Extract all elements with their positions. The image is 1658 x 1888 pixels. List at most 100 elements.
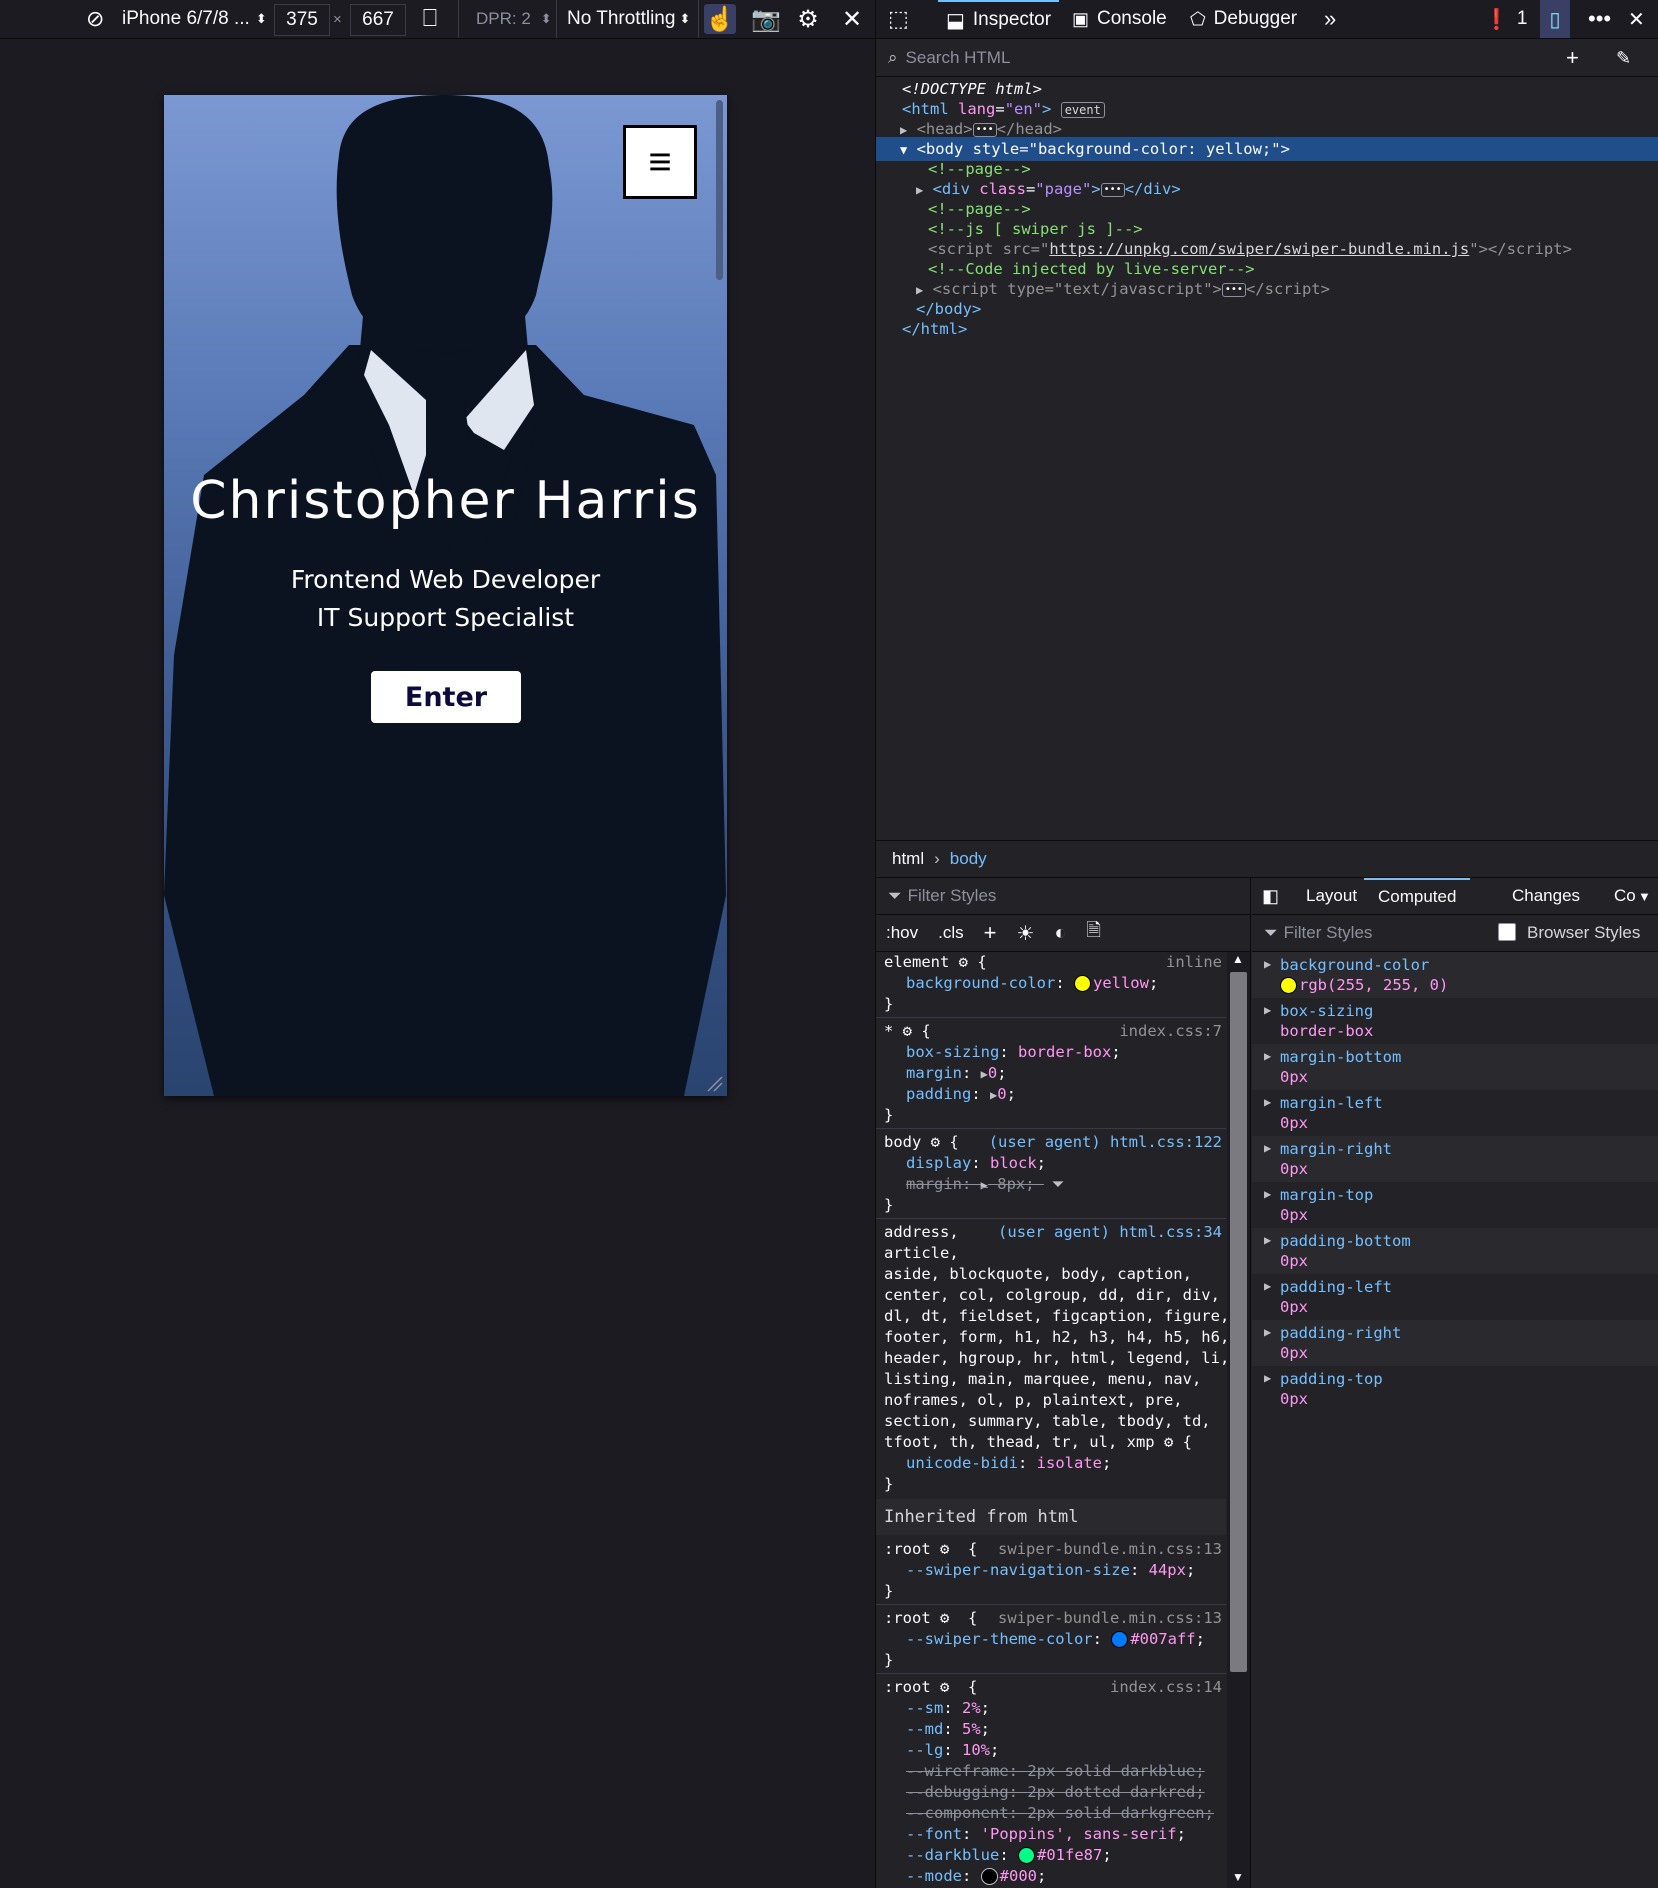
rule-declaration[interactable]: --font: 'Poppins', sans-serif; bbox=[876, 1824, 1226, 1845]
expand-triangle-icon[interactable]: ▶ bbox=[1264, 1049, 1271, 1063]
computed-property[interactable]: ▶ background-color rgb(255, 255, 0) bbox=[1252, 952, 1658, 998]
rule-declaration-overridden[interactable]: --component: 2px solid darkgreen; bbox=[876, 1803, 1226, 1824]
expand-triangle-icon[interactable]: ▶ bbox=[1264, 1187, 1271, 1201]
gear-icon[interactable]: ⚙ bbox=[903, 1022, 912, 1040]
scroll-up-icon[interactable]: ▲ bbox=[1232, 952, 1244, 966]
expand-triangle-icon[interactable]: ▶ bbox=[1264, 1141, 1271, 1155]
rule-source[interactable]: (user agent) html.css:34 bbox=[998, 1222, 1222, 1243]
touch-simulation-icon[interactable]: ☝ bbox=[704, 4, 736, 34]
rule-declaration[interactable]: --mode: #000; bbox=[876, 1866, 1226, 1887]
rule-declaration[interactable]: unicode-bidi: isolate; bbox=[876, 1453, 1226, 1474]
rule-declaration-overridden[interactable]: --wireframe: 2px solid darkblue; bbox=[876, 1761, 1226, 1782]
gear-icon[interactable]: ⚙ bbox=[1164, 1433, 1173, 1451]
gear-icon[interactable]: ⚙ bbox=[940, 1540, 949, 1558]
computed-property[interactable]: ▶ box-sizing border-box bbox=[1252, 998, 1658, 1044]
width-input[interactable]: 375 bbox=[274, 4, 330, 36]
add-rule-icon[interactable]: + bbox=[984, 920, 997, 946]
rule-declaration[interactable]: --swiper-navigation-size: 44px; bbox=[876, 1560, 1226, 1581]
expand-triangle-icon[interactable]: ▶ bbox=[900, 123, 907, 137]
color-swatch[interactable] bbox=[1073, 975, 1091, 992]
expand-triangle-icon[interactable]: ▶ bbox=[1264, 1325, 1271, 1339]
rule-source[interactable]: index.css:7 bbox=[1119, 1021, 1222, 1042]
expand-triangle-icon[interactable]: ▶ bbox=[916, 283, 923, 297]
resize-handle-icon[interactable] bbox=[704, 1073, 724, 1093]
cls-toggle[interactable]: .cls bbox=[938, 923, 964, 943]
hamburger-menu-button[interactable]: ≡ bbox=[623, 125, 697, 199]
rule-declaration[interactable]: --lg: 10%; bbox=[876, 1740, 1226, 1761]
expand-triangle-icon[interactable]: ▶ bbox=[1264, 1371, 1271, 1385]
expand-triangle-icon[interactable]: ▶ bbox=[1264, 1003, 1271, 1017]
print-media-icon[interactable]: 🗎 bbox=[1087, 918, 1101, 948]
color-swatch[interactable] bbox=[1280, 977, 1297, 994]
close-devtools-icon[interactable]: ✕ bbox=[1628, 0, 1645, 38]
computed-property[interactable]: ▶ margin-left 0px bbox=[1252, 1090, 1658, 1136]
toggle-sidebar-icon[interactable]: ◧ bbox=[1262, 878, 1279, 914]
height-input[interactable]: 667 bbox=[350, 4, 406, 36]
rule-source[interactable]: swiper-bundle.min.css:13 bbox=[998, 1608, 1222, 1629]
rule-declaration[interactable]: padding: ▶0; bbox=[876, 1084, 1226, 1105]
gear-icon[interactable]: ⚙ bbox=[940, 1678, 949, 1696]
gear-icon[interactable]: ⚙ bbox=[959, 953, 968, 971]
tab-inspector[interactable]: ⬓ Inspector bbox=[938, 0, 1060, 38]
color-swatch[interactable] bbox=[980, 1868, 998, 1885]
rule-declaration[interactable]: display: block; bbox=[876, 1153, 1226, 1174]
computed-property[interactable]: ▶ margin-bottom 0px bbox=[1252, 1044, 1658, 1090]
breadcrumb-html[interactable]: html bbox=[892, 849, 924, 869]
settings-gear-icon[interactable]: ⚙ bbox=[792, 4, 824, 34]
rule-declaration-overridden[interactable]: margin: ▶ 8px; ⏷ bbox=[876, 1174, 1226, 1195]
computed-filter-input[interactable]: Filter Styles bbox=[1284, 923, 1373, 943]
screenshot-icon[interactable]: 📷 bbox=[750, 4, 782, 34]
rule-declaration-overridden[interactable]: --debugging: 2px dotted darkred; bbox=[876, 1782, 1226, 1803]
rules-filter-input[interactable]: Filter Styles bbox=[908, 886, 997, 906]
expand-triangle-icon[interactable]: ▶ bbox=[1264, 1233, 1271, 1247]
event-badge[interactable]: event bbox=[1060, 102, 1105, 118]
computed-property[interactable]: ▶ padding-bottom 0px bbox=[1252, 1228, 1658, 1274]
more-tabs-icon[interactable]: » bbox=[1324, 0, 1336, 38]
tab-changes[interactable]: Changes bbox=[1512, 878, 1580, 914]
filter-icon[interactable]: ⏷ bbox=[1052, 1174, 1064, 1195]
responsive-mode-icon[interactable]: ▯ bbox=[1540, 0, 1570, 38]
script-src-link[interactable]: https://unpkg.com/swiper/swiper-bundle.m… bbox=[1049, 240, 1469, 258]
light-scheme-icon[interactable]: ☀ bbox=[1017, 921, 1035, 946]
rule-declaration[interactable]: margin: ▶0; bbox=[876, 1063, 1226, 1084]
eyedropper-icon[interactable]: ✎ bbox=[1616, 48, 1631, 69]
computed-property[interactable]: ▶ margin-top 0px bbox=[1252, 1182, 1658, 1228]
browser-styles-checkbox[interactable] bbox=[1498, 923, 1516, 941]
gear-icon[interactable]: ⚙ bbox=[931, 1133, 940, 1151]
error-indicator[interactable]: ❗ 1 bbox=[1484, 0, 1527, 38]
rule-declaration[interactable]: --md: 5%; bbox=[876, 1719, 1226, 1740]
rule-source[interactable]: (user agent) html.css:122 bbox=[989, 1132, 1222, 1153]
rule-source[interactable]: inline bbox=[1166, 952, 1222, 973]
expand-triangle-icon[interactable]: ▶ bbox=[1264, 1095, 1271, 1109]
expand-triangle-icon[interactable]: ▶ bbox=[1264, 1279, 1271, 1293]
viewport-scrollbar[interactable] bbox=[716, 100, 723, 280]
rule-declaration[interactable]: background-color: yellow; bbox=[876, 973, 1226, 994]
rotate-viewport-icon[interactable]: ⎕ bbox=[414, 4, 446, 34]
computed-property[interactable]: ▶ padding-right 0px bbox=[1252, 1320, 1658, 1366]
chevron-down-icon[interactable]: ▼ bbox=[1638, 878, 1651, 914]
color-swatch[interactable] bbox=[1111, 1631, 1129, 1648]
computed-property[interactable]: ▶ margin-right 0px bbox=[1252, 1136, 1658, 1182]
tab-debugger[interactable]: ⬠ Debugger bbox=[1190, 0, 1297, 38]
scrollbar-thumb[interactable] bbox=[1230, 972, 1247, 1672]
more-options-icon[interactable]: ••• bbox=[1588, 0, 1611, 38]
dpr-selector[interactable]: DPR: 2 ⬍ bbox=[476, 0, 552, 38]
rule-declaration[interactable]: --swiper-theme-color: #007aff; bbox=[876, 1629, 1226, 1650]
add-node-icon[interactable]: + bbox=[1566, 45, 1579, 71]
close-rdm-icon[interactable]: ✕ bbox=[836, 4, 868, 34]
breadcrumb-body[interactable]: body bbox=[950, 849, 987, 869]
tab-console[interactable]: ▣ Console bbox=[1072, 0, 1167, 38]
collapse-triangle-icon[interactable]: ▼ bbox=[900, 143, 907, 157]
rule-declaration[interactable]: --darkblue: #01fe87; bbox=[876, 1845, 1226, 1866]
rule-source[interactable]: index.css:14 bbox=[1110, 1677, 1222, 1698]
throttling-selector[interactable]: No Throttling ⬍ bbox=[567, 0, 690, 38]
tab-computed[interactable]: Computed bbox=[1364, 878, 1471, 914]
dark-scheme-icon[interactable]: ◐ bbox=[1054, 922, 1066, 945]
hov-toggle[interactable]: :hov bbox=[886, 923, 918, 943]
element-picker-icon[interactable]: ⬚ bbox=[888, 0, 909, 38]
gear-icon[interactable]: ⚙ bbox=[940, 1609, 949, 1627]
rule-declaration[interactable]: box-sizing: border-box; bbox=[876, 1042, 1226, 1063]
tab-more[interactable]: Co bbox=[1614, 878, 1636, 914]
computed-property[interactable]: ▶ padding-top 0px bbox=[1252, 1366, 1658, 1412]
search-html-input[interactable]: Search HTML bbox=[906, 48, 1011, 68]
